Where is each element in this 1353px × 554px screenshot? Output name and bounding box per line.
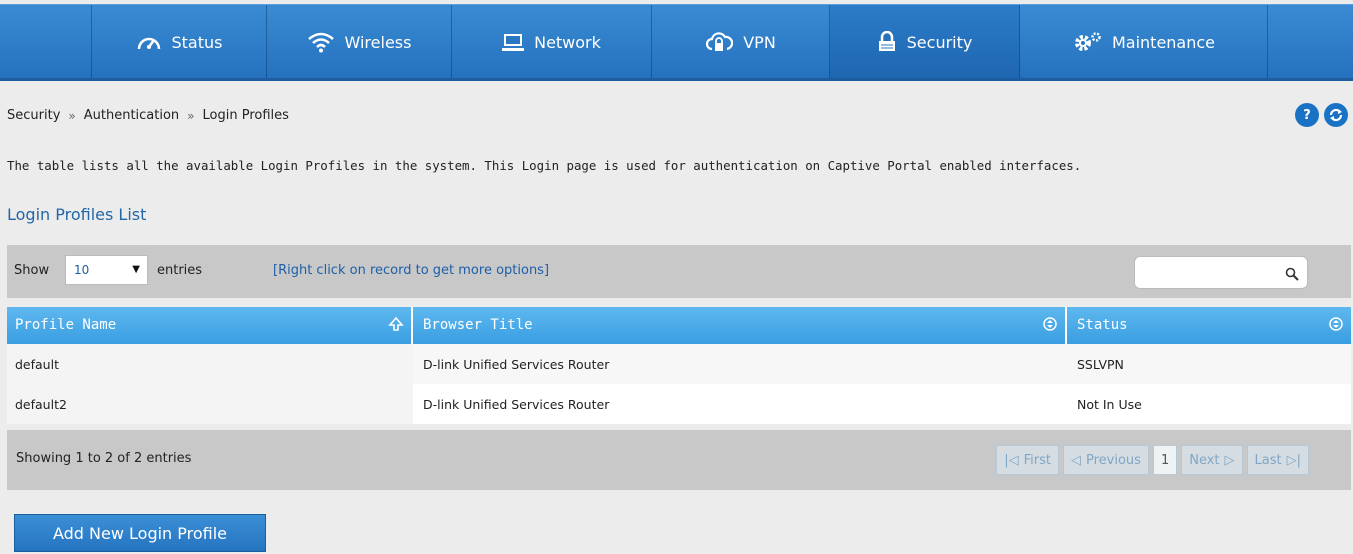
sort-both-icon xyxy=(1042,316,1058,336)
table-header: Profile Name Browser Title Status xyxy=(7,307,1351,344)
breadcrumb-authentication[interactable]: Authentication xyxy=(84,108,179,123)
entries-label: entries xyxy=(157,263,203,278)
last-page-icon: ▷| xyxy=(1286,452,1301,468)
refresh-icon xyxy=(1329,108,1343,122)
help-icon: ? xyxy=(1303,107,1311,123)
table-footer: Showing 1 to 2 of 2 entries |◁ First ◁ P… xyxy=(7,430,1351,490)
table-row[interactable]: default2 D-link Unified Services Router … xyxy=(7,384,1351,424)
login-profiles-table: Profile Name Browser Title Status defaul… xyxy=(7,307,1351,424)
search-input[interactable] xyxy=(1134,256,1308,289)
nav-network-label: Network xyxy=(534,32,601,52)
sort-both-icon xyxy=(1328,316,1344,336)
breadcrumb-login-profiles: Login Profiles xyxy=(202,108,289,123)
table-toolbar: Show 10 ▼ entries [Right click on record… xyxy=(7,245,1351,298)
last-page-label: Last xyxy=(1254,452,1282,468)
help-button[interactable]: ? xyxy=(1295,103,1319,127)
column-label: Profile Name xyxy=(15,317,117,333)
column-label: Browser Title xyxy=(423,317,533,333)
nav-wireless[interactable]: Wireless xyxy=(267,5,452,79)
refresh-button[interactable] xyxy=(1324,103,1348,127)
previous-page-icon: ◁ xyxy=(1070,452,1081,468)
next-page-button[interactable]: Next ▷ xyxy=(1181,445,1243,475)
nav-wireless-label: Wireless xyxy=(344,32,412,52)
search-icon xyxy=(1285,266,1299,285)
first-page-icon: |◁ xyxy=(1004,452,1019,468)
section-title: Login Profiles List xyxy=(7,205,147,224)
cell-status: Not In Use xyxy=(1067,384,1351,424)
nav-maintenance[interactable]: Maintenance xyxy=(1020,5,1268,79)
breadcrumb-separator: » xyxy=(187,108,195,123)
breadcrumb: Security » Authentication » Login Profil… xyxy=(7,108,289,123)
cell-browser-title: D-link Unified Services Router xyxy=(413,344,1067,384)
nav-maintenance-label: Maintenance xyxy=(1111,32,1216,52)
cloud-lock-icon xyxy=(705,31,734,53)
nav-vpn-label: VPN xyxy=(743,32,776,52)
breadcrumb-separator: » xyxy=(68,108,76,123)
show-label: Show xyxy=(14,263,50,278)
nav-status-label: Status xyxy=(171,32,223,52)
right-click-hint: [Right click on record to get more optio… xyxy=(273,263,550,278)
dropdown-arrow-icon: ▼ xyxy=(132,264,140,275)
nav-network[interactable]: Network xyxy=(452,5,652,79)
cell-profile-name: default xyxy=(7,344,413,384)
page-description: The table lists all the available Login … xyxy=(7,158,1082,173)
cell-status: SSLVPN xyxy=(1067,344,1351,384)
entries-info: Showing 1 to 2 of 2 entries xyxy=(16,451,192,466)
next-page-label: Next xyxy=(1189,452,1220,468)
monitor-icon xyxy=(502,32,525,52)
cell-browser-title: D-link Unified Services Router xyxy=(413,384,1067,424)
previous-page-button[interactable]: ◁ Previous xyxy=(1062,445,1149,475)
column-header-status[interactable]: Status xyxy=(1067,307,1351,344)
pagination: |◁ First ◁ Previous 1 Next ▷ Last ▷| xyxy=(996,445,1309,475)
nav-status[interactable]: Status xyxy=(91,5,267,79)
next-page-icon: ▷ xyxy=(1224,452,1235,468)
nav-bottom-strip xyxy=(0,78,1353,81)
first-page-label: First xyxy=(1023,452,1051,468)
table-row[interactable]: default D-link Unified Services Router S… xyxy=(7,344,1351,384)
nav-vpn[interactable]: VPN xyxy=(652,5,830,79)
gauge-icon xyxy=(136,32,162,52)
entries-select-value: 10 xyxy=(74,263,90,277)
page-number-button[interactable]: 1 xyxy=(1152,445,1178,475)
entries-per-page-select[interactable]: 10 ▼ xyxy=(65,255,148,285)
lock-icon xyxy=(877,31,897,53)
top-navigation: Status Wireless Network VPN Security Mai… xyxy=(0,4,1353,81)
cell-profile-name: default2 xyxy=(7,384,413,424)
breadcrumb-security[interactable]: Security xyxy=(7,108,60,123)
first-page-button[interactable]: |◁ First xyxy=(996,445,1059,475)
nav-security-label: Security xyxy=(906,32,973,52)
last-page-button[interactable]: Last ▷| xyxy=(1246,445,1309,475)
column-header-profile-name[interactable]: Profile Name xyxy=(7,307,413,344)
wifi-icon xyxy=(307,31,335,53)
previous-page-label: Previous xyxy=(1085,452,1141,468)
column-label: Status xyxy=(1077,317,1128,333)
sort-ascending-icon xyxy=(388,316,404,336)
gears-icon xyxy=(1072,31,1102,53)
nav-security[interactable]: Security xyxy=(830,5,1020,79)
column-header-browser-title[interactable]: Browser Title xyxy=(413,307,1067,344)
add-new-login-profile-button[interactable]: Add New Login Profile xyxy=(14,514,266,552)
